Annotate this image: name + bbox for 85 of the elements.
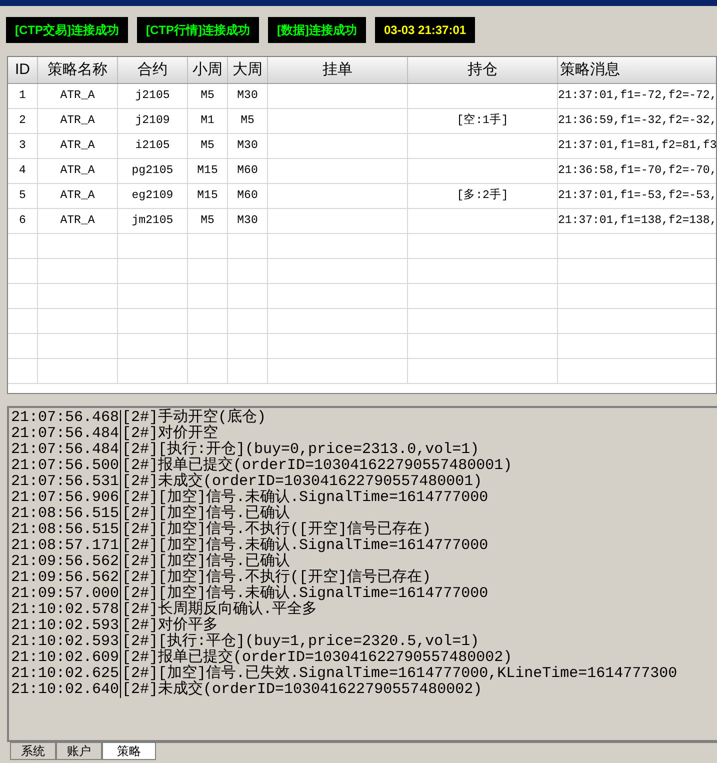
table-cell-text: 1 <box>19 88 26 104</box>
table-cell-text: ATR_A <box>60 188 95 204</box>
log-message: [2#]对价开空 <box>121 426 218 442</box>
log-time: 21:07:56.906 <box>11 490 122 506</box>
table-cell-text: ATR_A <box>60 113 95 130</box>
table-cell-text: M15 <box>197 163 218 180</box>
table-cell-text: M5 <box>200 138 214 154</box>
connection-status: [CTP行情]连接成功 <box>137 17 259 43</box>
tab[interactable]: 账户 <box>56 743 102 760</box>
log-time: 21:09:56.562 <box>11 554 122 570</box>
log-message: [2#][加空]信号.未确认.SignalTime=1614777000 <box>121 538 488 554</box>
table-cell-text: 21:37:01,f1=-53,f2=-53, <box>558 188 716 204</box>
log-message: [2#]未成交(orderID=103041622790557480002) <box>121 682 482 698</box>
log-time: 21:10:02.593 <box>11 618 122 634</box>
table-cell-text: j2105 <box>135 88 170 104</box>
table-cell-text: ATR_A <box>60 213 95 230</box>
table-cell-text: M1 <box>200 113 214 130</box>
table-cell-text: M60 <box>237 163 258 180</box>
table-cell-text: 21:37:01,f1=138,f2=138, <box>558 213 716 230</box>
log-time: 21:10:02.640 <box>11 682 122 698</box>
table-cell-text: ATR_A <box>60 163 95 180</box>
tab[interactable]: 系统 <box>10 743 56 760</box>
log-time: 21:10:02.609 <box>11 650 122 666</box>
clock-display: 03-03 21:37:01 <box>375 17 476 43</box>
log-message: [2#][加空]信号.未确认.SignalTime=1614777000 <box>121 586 488 602</box>
column-header[interactable]: 小周 <box>188 57 228 83</box>
table-cell-text: ATR_A <box>60 88 95 104</box>
tab[interactable]: 策略 <box>102 743 156 760</box>
log-time: 21:10:02.625 <box>11 666 122 682</box>
column-header[interactable]: 持仓 <box>408 57 558 83</box>
column-header[interactable]: 大周 <box>228 57 268 83</box>
column-header[interactable]: 策略名称 <box>38 57 118 83</box>
table-cell-text: M5 <box>240 113 254 130</box>
connection-status: [CTP交易]连接成功 <box>6 17 128 43</box>
log-time: 21:07:56.484 <box>11 426 122 442</box>
table-cell-text: M30 <box>237 213 258 230</box>
log-time: 21:10:02.578 <box>11 602 122 618</box>
table-cell-text: 4 <box>19 163 26 180</box>
column-header[interactable]: ID <box>8 57 38 83</box>
connection-status: [数据]连接成功 <box>268 17 366 43</box>
log-time: 21:07:56.500 <box>11 458 122 474</box>
log-message: [2#][加空]信号.已确认 <box>121 554 290 570</box>
log-message: [2#][加空]信号.不执行([开空]信号已存在) <box>121 522 432 538</box>
table-cell-text: M30 <box>237 88 258 104</box>
log-time: 21:07:56.531 <box>11 474 122 490</box>
log-message: [2#]对价平多 <box>121 618 218 634</box>
table-cell-text: 21:37:01,f1=-72,f2=-72, <box>558 88 716 104</box>
table-cell-text: [空:1手] <box>456 112 508 130</box>
table-cell-text: 2 <box>19 113 26 130</box>
table-cell-text: 5 <box>19 188 26 204</box>
log-message: [2#][加空]信号.不执行([开空]信号已存在) <box>121 570 432 586</box>
log-time: 21:08:56.515 <box>11 506 122 522</box>
column-header[interactable]: 合约 <box>118 57 188 83</box>
table-cell-text: M5 <box>200 213 214 230</box>
table-cell-text: M30 <box>237 138 258 154</box>
table-cell-text: pg2105 <box>132 163 174 180</box>
log-time: 21:07:56.468 <box>11 410 122 426</box>
table-cell-text: jm2105 <box>132 213 174 230</box>
table-cell-text: [多:2手] <box>456 187 508 204</box>
table-cell-text: eg2109 <box>132 188 174 204</box>
log-time: 21:09:57.000 <box>11 586 122 602</box>
log-time: 21:09:56.562 <box>11 570 122 586</box>
table-cell-text: j2109 <box>135 113 170 130</box>
log-message: [2#][加空]信号.已确认 <box>121 506 290 522</box>
table-cell-text: M5 <box>200 88 214 104</box>
table-cell-text: 3 <box>19 138 26 154</box>
table-cell-text: M60 <box>237 188 258 204</box>
table-cell-text: 21:36:58,f1=-70,f2=-70, <box>558 163 716 180</box>
log-message: [2#]报单已提交(orderID=103041622790557480002) <box>121 650 512 666</box>
log-message: [2#]未成交(orderID=103041622790557480001) <box>121 474 482 490</box>
log-time: 21:07:56.484 <box>11 442 122 458</box>
log-time: 21:10:02.593 <box>11 634 122 650</box>
column-header[interactable]: 挂单 <box>268 57 408 83</box>
log-message: [2#][加空]信号.未确认.SignalTime=1614777000 <box>121 490 488 506</box>
column-header[interactable]: 策略消息 <box>558 57 716 83</box>
table-cell-text: 6 <box>19 213 26 230</box>
table-cell-text: 21:37:01,f1=81,f2=81,f3 <box>558 138 716 154</box>
log-time: 21:08:56.515 <box>11 522 122 538</box>
table-cell-text: i2105 <box>135 138 170 154</box>
log-time: 21:08:57.171 <box>11 538 122 554</box>
log-message: [2#]手动开空(底仓) <box>121 410 266 426</box>
table-cell-text: M15 <box>197 188 218 204</box>
table-cell-text: ATR_A <box>60 138 95 154</box>
log-message: [2#]长周期反向确认.平全多 <box>121 602 318 618</box>
table-cell-text: 21:36:59,f1=-32,f2=-32, <box>558 113 716 130</box>
